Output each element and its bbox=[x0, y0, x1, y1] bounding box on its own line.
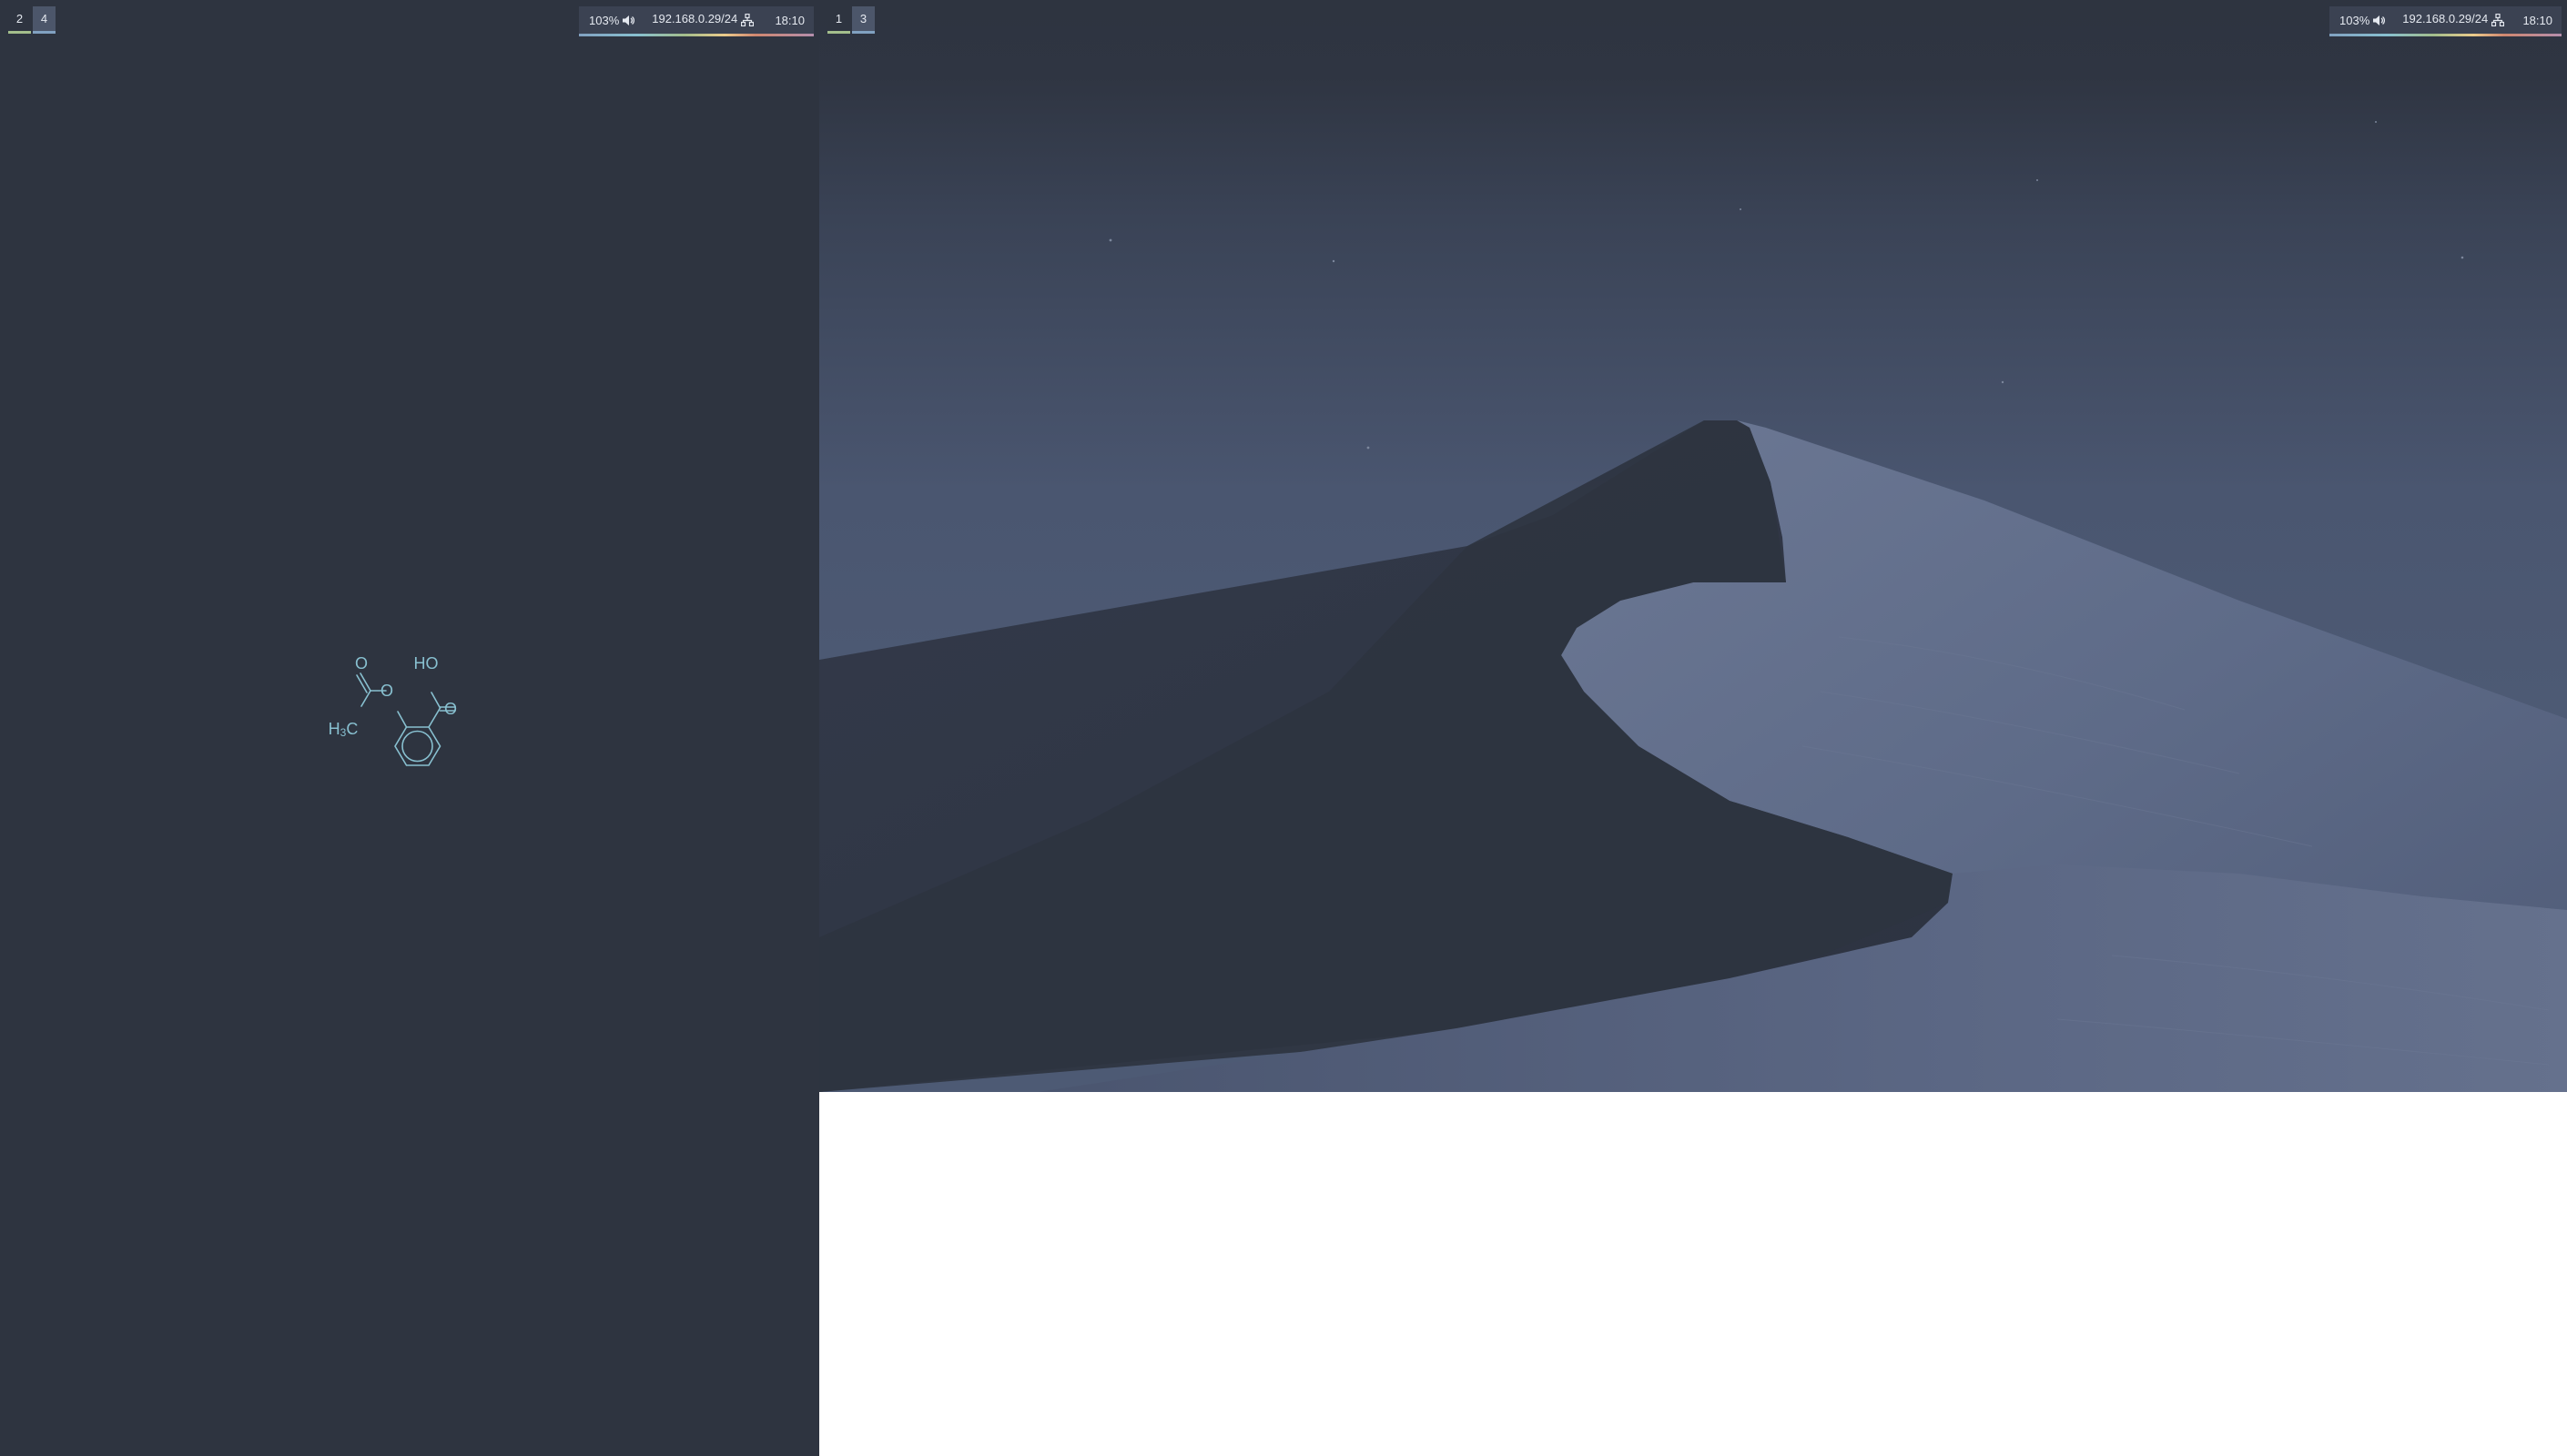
workspace-switcher: 1 3 bbox=[827, 6, 875, 34]
label-hydroxyl: HO bbox=[414, 654, 439, 672]
bond-carbonyl-double-1 bbox=[360, 672, 371, 692]
volume-percent: 103% bbox=[589, 13, 620, 27]
aromatic-circle bbox=[401, 730, 433, 763]
network-indicator[interactable]: 192.168.0.29/24 bbox=[652, 11, 755, 27]
label-methyl: H3C bbox=[329, 720, 359, 739]
status-bar: 103% 192.168.0.29/24 18:10 bbox=[2329, 6, 2562, 36]
bond-ring-ester-o bbox=[397, 711, 408, 728]
aspirin-structure-wallpaper: O O O HO H3C bbox=[287, 632, 533, 828]
workspace-button-4[interactable]: 4 bbox=[33, 6, 56, 34]
network-indicator[interactable]: 192.168.0.29/24 bbox=[2402, 11, 2505, 27]
label-ester-o: O bbox=[380, 682, 393, 700]
bond-ring-acid-c bbox=[428, 707, 441, 728]
workspace-button-2[interactable]: 2 bbox=[8, 6, 31, 34]
desert-dunes-wallpaper bbox=[819, 0, 2567, 1092]
clock[interactable]: 18:10 bbox=[775, 14, 805, 27]
volume-indicator[interactable]: 103% bbox=[2339, 13, 2386, 27]
right-monitor: 1 3 103% 192.168.0.29/24 18:10 bbox=[819, 0, 2567, 1456]
workspace-switcher: 2 4 bbox=[8, 6, 56, 34]
bond-carbonyl-methyl bbox=[360, 690, 371, 707]
ip-address: 192.168.0.29/24 bbox=[2402, 11, 2489, 25]
status-bar: 103% 192.168.0.29/24 18:10 bbox=[579, 6, 814, 36]
network-icon bbox=[2491, 14, 2505, 26]
network-icon bbox=[741, 14, 755, 26]
clock[interactable]: 18:10 bbox=[2522, 14, 2552, 27]
label-methyl-c: C bbox=[346, 720, 358, 738]
volume-indicator[interactable]: 103% bbox=[589, 13, 635, 27]
workspace-button-1[interactable]: 1 bbox=[827, 6, 850, 34]
ip-address: 192.168.0.29/24 bbox=[652, 11, 738, 25]
label-acid-o: O bbox=[444, 700, 457, 718]
molecule-drawing: O O O HO H3C bbox=[329, 654, 457, 766]
clock-time: 18:10 bbox=[775, 13, 805, 27]
label-methyl-h: H bbox=[329, 720, 340, 738]
speaker-icon bbox=[2372, 15, 2386, 26]
left-monitor: 2 4 103% 192.168.0.29/24 18:10 O O O HO … bbox=[0, 0, 819, 1456]
volume-percent: 103% bbox=[2339, 13, 2370, 27]
workspace-button-3[interactable]: 3 bbox=[852, 6, 875, 34]
speaker-icon bbox=[622, 15, 635, 26]
label-carbonyl-o: O bbox=[355, 654, 368, 672]
clock-time: 18:10 bbox=[2522, 13, 2552, 27]
bond-acid-c-oh bbox=[431, 692, 441, 709]
bond-carbonyl-double-2 bbox=[356, 674, 368, 693]
